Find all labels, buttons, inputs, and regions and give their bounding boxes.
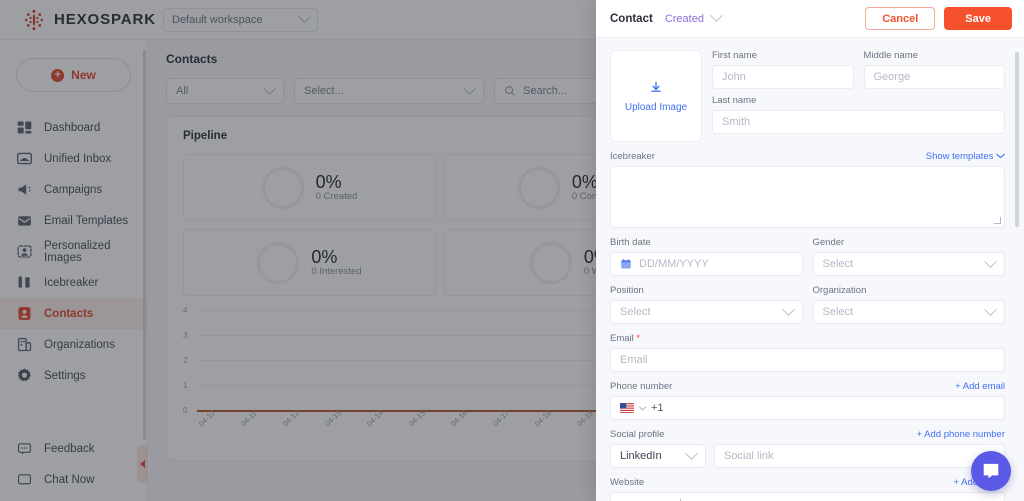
position-group: Position Select (610, 285, 803, 324)
position-label: Position (610, 285, 644, 296)
chevron-down-icon (685, 446, 698, 460)
chat-bubble-icon (983, 463, 999, 479)
icebreaker-label-row: Icebreaker Show templates (610, 151, 1005, 166)
social-link-placeholder: Social link (724, 450, 774, 462)
gender-value: Select (822, 258, 854, 270)
social-link-field[interactable]: Social link (714, 444, 1005, 468)
birth-date-label: Birth date (610, 237, 651, 248)
show-templates-link[interactable]: Show templates (926, 151, 1005, 162)
show-templates-label: Show templates (925, 151, 994, 162)
us-flag-icon (620, 403, 634, 413)
panel-scrollbar[interactable] (1015, 52, 1019, 227)
chevron-down-icon[interactable] (710, 9, 723, 23)
phone-value: +1 (651, 402, 664, 414)
chevron-down-icon (781, 302, 795, 316)
modal-overlay[interactable] (0, 0, 596, 501)
organization-label: Organization (812, 285, 867, 296)
phone-field[interactable]: +1 (610, 396, 1005, 420)
chevron-down-icon (984, 302, 997, 316)
gender-select[interactable]: Select (812, 252, 1005, 276)
required-marker: * (636, 333, 641, 344)
social-row: LinkedIn Social link (610, 444, 1005, 468)
email-label-text: Email (610, 333, 634, 344)
last-name-placeholder: Smith (722, 116, 751, 128)
upload-image-label: Upload Image (624, 101, 688, 113)
chevron-down-icon (984, 254, 997, 268)
contact-panel: Contact Created Cancel Save Upload Image (596, 0, 1024, 501)
position-select[interactable]: Select (610, 300, 803, 324)
first-name-group: First name John (712, 50, 854, 89)
last-name-group: Last name Smith (712, 95, 1005, 134)
chevron-down-icon (638, 403, 647, 411)
middle-name-label: Middle name (863, 50, 918, 61)
email-field[interactable]: Email (610, 348, 1005, 372)
social-network-value: LinkedIn (620, 450, 662, 462)
app-root: HEXOSPARK Default workspace + New Dashbo… (0, 0, 1024, 501)
icebreaker-label: Icebreaker (610, 151, 655, 162)
middle-name-field[interactable]: George (863, 65, 1005, 89)
cancel-button[interactable]: Cancel (865, 7, 936, 30)
phone-group: Phone number + Add email +1 (610, 381, 1005, 420)
middle-name-placeholder: George (873, 71, 911, 83)
position-value: Select (620, 306, 651, 318)
birth-date-field[interactable]: DD/MM/YYYY (610, 252, 803, 276)
first-name-field[interactable]: John (712, 65, 854, 89)
chevron-down-icon (996, 154, 1005, 159)
middle-name-group: Middle name George (863, 50, 1005, 89)
organization-select[interactable]: Select (812, 300, 1005, 324)
organization-group: Organization Select (812, 285, 1005, 324)
email-placeholder: Email (620, 354, 648, 366)
website-group: Website + Add social www.example.com (610, 477, 1005, 501)
social-profile-label: Social profile (610, 429, 665, 440)
birth-date-placeholder: DD/MM/YYYY (639, 258, 709, 270)
last-name-field[interactable]: Smith (712, 110, 1005, 134)
upload-image-button[interactable]: Upload Image (610, 50, 702, 142)
social-group: Social profile + Add phone number Linked… (610, 429, 1005, 468)
website-field[interactable]: www.example.com (610, 492, 1005, 501)
add-email-link[interactable]: + Add email (955, 381, 1005, 392)
add-phone-number-link[interactable]: + Add phone number (917, 429, 1005, 440)
organization-value: Select (822, 306, 854, 318)
identity-row: Upload Image First name John Middle name (610, 50, 1005, 142)
panel-header: Contact Created Cancel Save (596, 0, 1024, 38)
gender-label: Gender (812, 237, 845, 248)
chat-widget-button[interactable] (971, 451, 1011, 491)
social-label-row: Social profile + Add phone number (610, 429, 1005, 444)
first-name-label: First name (712, 50, 757, 61)
gender-group: Gender Select (812, 237, 1005, 276)
calendar-icon (621, 258, 631, 269)
birth-date-group: Birth date DD/MM/YYYY (610, 237, 803, 276)
icebreaker-textarea[interactable] (610, 166, 1005, 228)
birth-gender-row: Birth date DD/MM/YYYY Gender Select (610, 237, 1005, 276)
name-fields: First name John Middle name George Last … (712, 50, 1005, 142)
position-org-row: Position Select Organization Select (610, 285, 1005, 324)
save-button[interactable]: Save (944, 7, 1012, 30)
phone-label-row: Phone number + Add email (610, 381, 1005, 396)
email-group: Email * Email (610, 333, 1005, 372)
social-network-select[interactable]: LinkedIn (610, 444, 706, 468)
website-label: Website (610, 477, 645, 488)
panel-title: Contact (610, 12, 653, 25)
download-icon (651, 81, 661, 92)
panel-actions: Cancel Save (865, 7, 1012, 30)
last-name-label: Last name (712, 95, 757, 106)
panel-body: Upload Image First name John Middle name (596, 38, 1024, 501)
website-label-row: Website + Add social (610, 477, 1005, 492)
email-label: Email * (610, 333, 1005, 344)
icebreaker-group: Icebreaker Show templates (610, 151, 1005, 228)
first-middle-row: First name John Middle name George (712, 50, 1005, 89)
first-name-placeholder: John (722, 71, 746, 83)
phone-label: Phone number (610, 381, 673, 392)
contact-status-value[interactable]: Created (665, 13, 704, 25)
